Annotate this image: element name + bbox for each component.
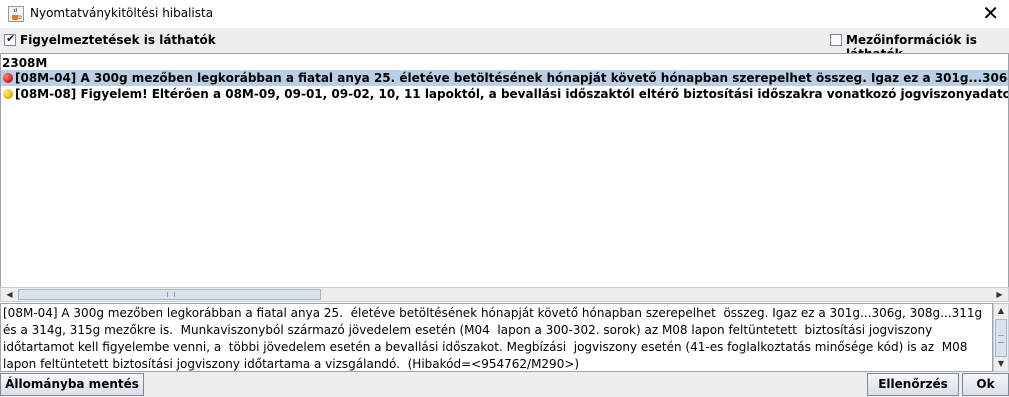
- close-icon[interactable]: ✕: [982, 2, 999, 24]
- java-cup-icon: [8, 6, 24, 22]
- check-button[interactable]: Ellenőrzés: [867, 373, 959, 396]
- warnings-checkbox-label[interactable]: Figyelmeztetések is láthatók: [20, 33, 216, 47]
- scroll-left-icon[interactable]: ◀: [2, 288, 17, 301]
- scroll-up-icon[interactable]: ▲: [994, 304, 1008, 318]
- list-header: 2308M: [2, 56, 48, 70]
- warning-icon: [3, 89, 13, 99]
- list-item-text: [08M-04] A 300g mezőben legkorábban a fi…: [15, 71, 1008, 85]
- grip-icon: [167, 292, 175, 297]
- ok-button[interactable]: Ok: [962, 373, 1009, 396]
- field-info-checkbox[interactable]: [830, 34, 842, 46]
- scroll-thumb[interactable]: [995, 319, 1007, 357]
- detail-pane[interactable]: [08M-04] A 300g mezőben legkorábban a fi…: [0, 303, 993, 372]
- error-list[interactable]: 2308M [08M-04] A 300g mezőben legkorábba…: [0, 53, 1009, 288]
- scroll-down-icon[interactable]: ▼: [994, 357, 1008, 371]
- horizontal-scrollbar[interactable]: ◀ ▶: [0, 287, 1009, 302]
- vertical-scrollbar[interactable]: ▲ ▼: [993, 303, 1009, 372]
- list-item[interactable]: [08M-04] A 300g mezőben legkorábban a fi…: [1, 70, 1008, 86]
- list-item[interactable]: [08M-08] Figyelem! Eltérően a 08M-09, 09…: [1, 86, 1008, 102]
- save-to-file-button[interactable]: Állományba mentés: [0, 373, 144, 396]
- options-bar: ✔ Figyelmeztetések is láthatók Mezőinfor…: [0, 28, 1009, 61]
- warnings-checkbox[interactable]: ✔: [4, 32, 16, 46]
- error-icon: [3, 73, 13, 83]
- checkmark-icon: ✔: [6, 32, 16, 45]
- window-title: Nyomtatványkitöltési hibalista: [30, 6, 214, 20]
- detail-text: [08M-04] A 300g mezőben legkorábban a fi…: [3, 306, 986, 371]
- scroll-thumb[interactable]: [18, 289, 321, 300]
- scroll-right-icon[interactable]: ▶: [992, 288, 1007, 301]
- button-bar: Állományba mentés Ellenőrzés Ok: [0, 372, 1009, 397]
- title-bar: Nyomtatványkitöltési hibalista ✕: [0, 0, 1009, 28]
- grip-icon: [998, 335, 1004, 343]
- list-item-text: [08M-08] Figyelem! Eltérően a 08M-09, 09…: [15, 87, 1008, 101]
